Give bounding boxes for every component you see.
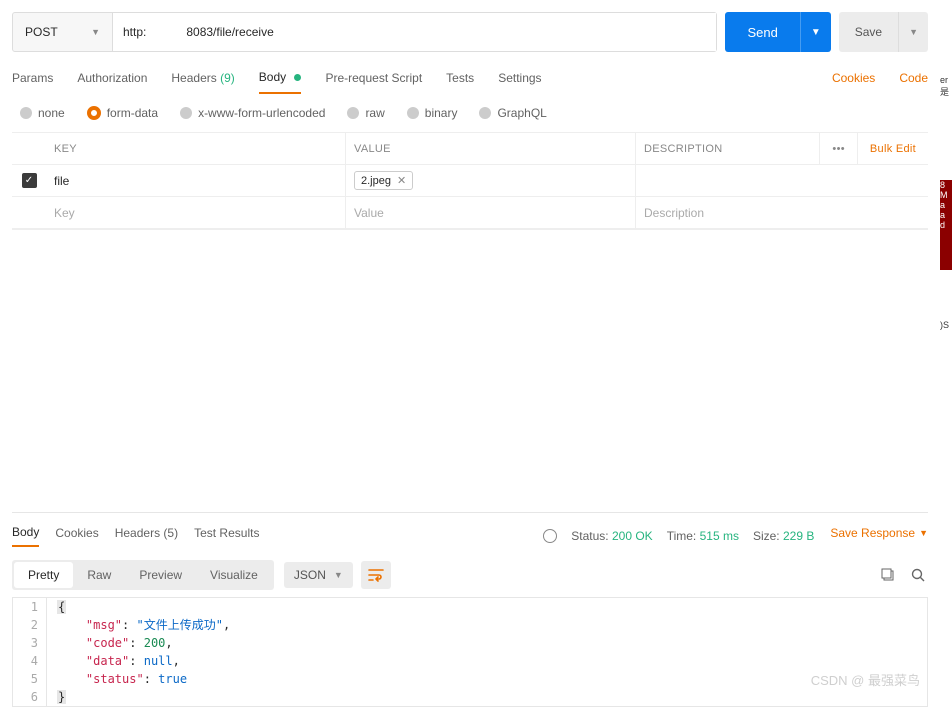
external-strip: er是 8Maad )S	[940, 0, 952, 717]
formdata-table: KEY VALUE DESCRIPTION ••• Bulk Edit ✓ fi…	[12, 132, 928, 230]
search-icon[interactable]	[908, 565, 928, 585]
body-type-radios: none form-data x-www-form-urlencoded raw…	[12, 94, 928, 132]
description-input[interactable]: Description	[636, 197, 928, 228]
response-section: Body Cookies Headers (5) Test Results St…	[0, 512, 940, 717]
response-tabs: Body Cookies Headers (5) Test Results St…	[12, 519, 928, 553]
resp-tab-body[interactable]: Body	[12, 525, 39, 547]
close-icon[interactable]: ✕	[397, 174, 406, 187]
save-button[interactable]: Save ▼	[839, 12, 928, 52]
radio-none[interactable]: none	[20, 106, 65, 120]
save-button-label: Save	[839, 12, 898, 52]
resp-tab-headers[interactable]: Headers (5)	[115, 526, 178, 546]
radio-icon	[20, 107, 32, 119]
response-body-editor[interactable]: 1{ 2 "msg": "文件上传成功", 3 "code": 200, 4 "…	[12, 597, 928, 707]
save-response-button[interactable]: Save Response ▼	[830, 526, 928, 546]
tab-body[interactable]: Body	[259, 70, 302, 94]
dot-indicator-icon	[294, 74, 301, 81]
time-value: 515 ms	[700, 529, 739, 543]
file-chip[interactable]: 2.jpeg ✕	[354, 171, 413, 190]
key-input[interactable]: Key	[46, 197, 346, 228]
radio-icon	[407, 107, 419, 119]
view-visualize[interactable]: Visualize	[196, 562, 272, 588]
tab-headers[interactable]: Headers (9)	[171, 71, 234, 93]
globe-icon[interactable]	[543, 529, 557, 543]
radio-icon	[479, 107, 491, 119]
http-method-value: POST	[25, 25, 58, 39]
view-raw[interactable]: Raw	[73, 562, 125, 588]
col-description: DESCRIPTION	[636, 133, 819, 164]
tab-authorization[interactable]: Authorization	[77, 71, 147, 93]
url-input[interactable]	[113, 13, 716, 51]
code-link[interactable]: Code	[899, 71, 928, 93]
radio-icon-selected	[87, 106, 101, 120]
more-options-icon[interactable]: •••	[819, 133, 856, 164]
view-pretty[interactable]: Pretty	[14, 562, 73, 588]
send-button-label: Send	[725, 12, 799, 52]
tab-headers-count: (9)	[220, 71, 235, 85]
tab-params[interactable]: Params	[12, 71, 53, 93]
row-description[interactable]	[636, 165, 928, 196]
response-meta: Status: 200 OK Time: 515 ms Size: 229 B	[543, 529, 814, 543]
radio-formdata[interactable]: form-data	[87, 106, 158, 120]
radio-icon	[347, 107, 359, 119]
tab-headers-label: Headers	[171, 71, 216, 85]
wrap-lines-button[interactable]	[361, 561, 391, 589]
send-button[interactable]: Send ▼	[725, 12, 830, 52]
watermark-text: CSDN @ 最强菜鸟	[811, 670, 920, 689]
col-value: VALUE	[346, 133, 636, 164]
radio-binary[interactable]: binary	[407, 106, 458, 120]
tab-body-label: Body	[259, 70, 286, 84]
response-view-row: Pretty Raw Preview Visualize JSON ▼	[12, 559, 928, 591]
table-row: ✓ file 2.jpeg ✕	[12, 165, 928, 197]
method-url-group: POST ▼	[12, 12, 717, 52]
chevron-down-icon: ▼	[91, 27, 100, 37]
chevron-down-icon: ▼	[919, 528, 928, 538]
format-select[interactable]: JSON ▼	[284, 562, 353, 588]
row-checkbox[interactable]: ✓	[22, 173, 37, 188]
radio-icon	[180, 107, 192, 119]
bulk-edit-link[interactable]: Bulk Edit	[857, 133, 928, 164]
size-value: 229 B	[783, 529, 814, 543]
row-value[interactable]: 2.jpeg ✕	[346, 165, 636, 196]
view-preview[interactable]: Preview	[125, 562, 196, 588]
value-input[interactable]: Value	[346, 197, 636, 228]
resp-tab-cookies[interactable]: Cookies	[55, 526, 98, 546]
tab-tests[interactable]: Tests	[446, 71, 474, 93]
table-row-empty: Key Value Description	[12, 197, 928, 229]
tab-settings[interactable]: Settings	[498, 71, 541, 93]
send-dropdown[interactable]: ▼	[800, 12, 831, 52]
tab-prerequest[interactable]: Pre-request Script	[325, 71, 422, 93]
radio-graphql[interactable]: GraphQL	[479, 106, 546, 120]
resp-tab-tests[interactable]: Test Results	[194, 526, 259, 546]
status-value: 200 OK	[612, 529, 653, 543]
copy-icon[interactable]	[878, 565, 898, 585]
request-tabs: Params Authorization Headers (9) Body Pr…	[12, 70, 928, 94]
radio-raw[interactable]: raw	[347, 106, 384, 120]
file-name: 2.jpeg	[361, 175, 391, 187]
col-key: KEY	[46, 133, 346, 164]
chevron-down-icon: ▼	[334, 570, 343, 580]
view-tabs: Pretty Raw Preview Visualize	[12, 560, 274, 590]
radio-urlencoded[interactable]: x-www-form-urlencoded	[180, 106, 325, 120]
table-header-row: KEY VALUE DESCRIPTION ••• Bulk Edit	[12, 133, 928, 165]
save-dropdown[interactable]: ▼	[898, 12, 928, 52]
divider	[12, 512, 928, 513]
http-method-select[interactable]: POST ▼	[13, 13, 113, 51]
cookies-link[interactable]: Cookies	[832, 71, 875, 93]
row-key[interactable]: file	[46, 165, 346, 196]
